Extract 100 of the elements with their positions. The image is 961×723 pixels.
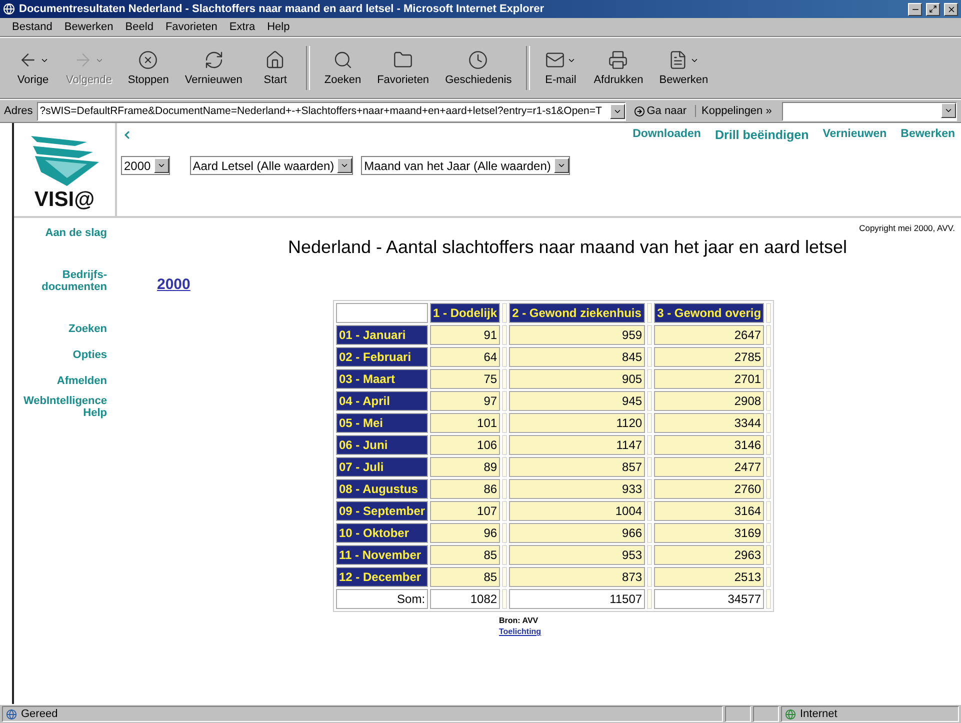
menu-item[interactable]: Favorieten [159, 21, 224, 33]
filter-select[interactable]: Maand van het Jaar (Alle waarden) [361, 156, 570, 175]
report-title: Nederland - Aantal slachtoffers naar maand van het jaar en aard letsel [288, 237, 848, 258]
caret-icon [156, 161, 166, 170]
table-cell: 2760 [654, 479, 764, 499]
explanation-link[interactable]: Toelichting [499, 627, 542, 636]
table-cell: 3344 [654, 413, 764, 433]
table-cell: 933 [509, 479, 646, 499]
minimize-button[interactable] [908, 2, 922, 16]
address-label: Adres [4, 105, 33, 117]
dropdown-button[interactable] [610, 104, 625, 118]
mail-icon [545, 50, 566, 70]
close-icon [946, 4, 956, 14]
header-link[interactable]: Drill beëindigen [714, 128, 809, 142]
table-cell: 91 [430, 325, 500, 345]
table-cell: 85 [430, 567, 500, 587]
house-icon [265, 50, 286, 70]
table-cell: 2477 [654, 457, 764, 477]
table-cell: 86 [430, 479, 500, 499]
total-cell: 34577 [654, 589, 764, 609]
column-header: 1 - Dodelijk [430, 303, 500, 323]
menu-item[interactable]: Help [261, 21, 296, 33]
toolbar-button[interactable]: Start [250, 50, 300, 86]
row-header: 11 - November [336, 545, 428, 565]
toolbar-button[interactable]: Favorieten [369, 50, 438, 86]
stop-icon [138, 50, 158, 70]
total-cell: 11507 [509, 589, 646, 609]
copyright-text: Copyright mei 2000, AVV. [859, 223, 955, 233]
toolbar-field[interactable] [782, 102, 957, 120]
table-cell: 857 [509, 457, 646, 477]
filter-select[interactable]: Aard Letsel (Alle waarden) [190, 156, 354, 175]
table-cell: 97 [430, 391, 500, 411]
toolbar-button[interactable]: Stoppen [120, 50, 177, 86]
table-cell: 845 [509, 347, 646, 367]
menu-item[interactable]: Bewerken [58, 21, 120, 33]
row-header: 02 - Februari [336, 347, 428, 367]
status-text: Gereed [21, 708, 58, 720]
status-panel [753, 706, 779, 722]
row-header: 05 - Mei [336, 413, 428, 433]
printer-icon [608, 50, 628, 70]
header-link[interactable]: Vernieuwen [822, 128, 887, 142]
sidebar-link[interactable]: Opties [17, 349, 107, 361]
folder-icon [393, 50, 414, 70]
table-cell: 1147 [509, 435, 646, 455]
toolbar-button[interactable]: Vorige [8, 50, 58, 86]
row-header: 09 - September [336, 501, 428, 521]
maximize-button[interactable] [926, 2, 940, 16]
address-field[interactable]: ?sWIS=DefaultRFrame&DocumentName=Nederland+-+Slachtoffers+naar+maand+en+aard+letsel?entry=r1-s1&Open=T [36, 102, 626, 120]
go-button[interactable]: Ga naar [630, 105, 690, 117]
dropdown-button[interactable] [941, 102, 956, 118]
row-header: 12 - December [336, 567, 428, 587]
links-button[interactable]: Koppelingen » [694, 105, 778, 117]
table-cell: 1004 [509, 501, 646, 521]
table-cell: 107 [430, 501, 500, 521]
table-cell: 953 [509, 545, 646, 565]
go-icon [634, 106, 645, 116]
sidebar-link[interactable]: WebIntelligence Help [17, 395, 107, 419]
toolbar-button[interactable]: Bewerken [651, 50, 716, 86]
table-cell: 89 [430, 457, 500, 477]
section-link[interactable]: 2000 [157, 276, 190, 293]
sidebar-link[interactable]: Aan de slag [17, 227, 107, 239]
table-cell: 106 [430, 435, 500, 455]
table-cell: 2701 [654, 369, 764, 389]
toolbar-button[interactable]: Vernieuwen [176, 50, 250, 86]
status-panel [725, 706, 751, 722]
table-cell: 945 [509, 391, 646, 411]
maximize-icon [929, 5, 937, 13]
page-icon [6, 708, 17, 720]
document-icon [668, 50, 688, 70]
header-link[interactable]: Downloaden [632, 128, 701, 142]
toolbar-button[interactable]: E-mail [536, 50, 586, 86]
filter-select[interactable]: 2000 [121, 156, 170, 175]
table-cell: 64 [430, 347, 500, 367]
column-header: 3 - Gewond overig [654, 303, 764, 323]
row-header: 06 - Juni [336, 435, 428, 455]
sidebar-link[interactable]: Bedrijfs-documenten [17, 269, 107, 293]
close-button[interactable] [944, 2, 958, 16]
toolbar-button[interactable]: Geschiedenis [437, 50, 520, 86]
refresh-icon [204, 50, 224, 70]
toolbar-button[interactable]: Afdrukken [586, 50, 652, 86]
table-cell: 959 [509, 325, 646, 345]
clock-icon [468, 50, 488, 70]
menu-item[interactable]: Beeld [119, 21, 160, 33]
table-cell: 2785 [654, 347, 764, 367]
header-link[interactable]: Bewerken [900, 128, 955, 142]
table-cell: 905 [509, 369, 646, 389]
table-cell: 2647 [654, 325, 764, 345]
logo-text: VISI@ [34, 188, 95, 212]
menu-item[interactable]: Extra [223, 21, 262, 33]
sidebar-link[interactable]: Afmelden [17, 375, 107, 387]
row-header: 03 - Maart [336, 369, 428, 389]
column-header: 2 - Gewond ziekenhuis [509, 303, 646, 323]
sidebar-link[interactable]: Zoeken [17, 323, 107, 335]
caret-icon [556, 161, 566, 170]
total-label: Som: [336, 589, 428, 609]
table-cell: 3146 [654, 435, 764, 455]
toolbar-button[interactable]: Zoeken [316, 50, 370, 86]
table-cell: 85 [430, 545, 500, 565]
row-header: 01 - Januari [336, 325, 428, 345]
menu-item[interactable]: Bestand [6, 21, 58, 33]
